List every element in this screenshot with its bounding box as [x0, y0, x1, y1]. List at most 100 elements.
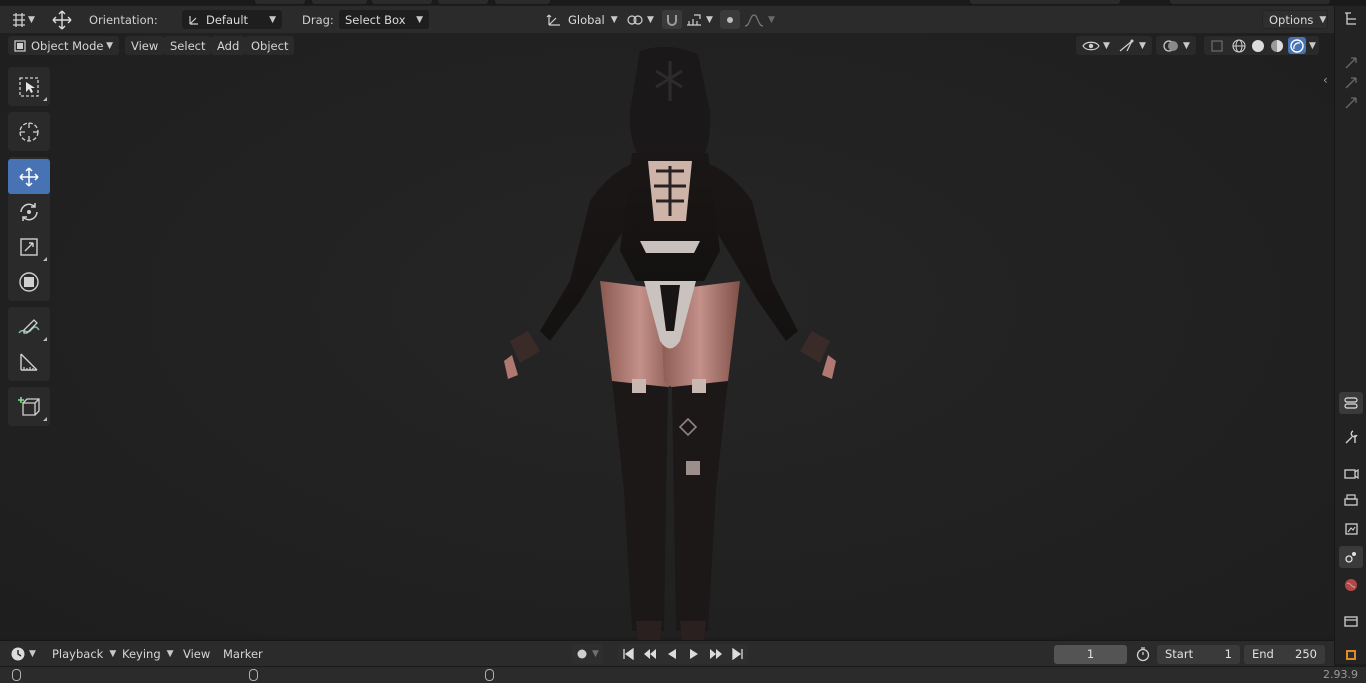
xray-toggle[interactable] [1204, 36, 1230, 55]
auto-keying-group[interactable]: ▼ [572, 644, 603, 664]
tab-view-layer[interactable] [1339, 518, 1363, 540]
tool-annotate[interactable] [8, 309, 50, 344]
workspace-tab[interactable] [438, 0, 488, 4]
orientation-dropdown[interactable]: Default ▼ [182, 10, 282, 29]
frame-end-field[interactable]: End 250 [1244, 644, 1325, 664]
solid-shading-icon[interactable] [1250, 38, 1266, 54]
tool-shelf [8, 67, 50, 432]
chevron-down-icon: ▼ [166, 649, 174, 659]
tool-cursor[interactable] [8, 114, 50, 149]
tool-group-add [8, 387, 50, 426]
workspace-tab-active[interactable] [255, 0, 305, 4]
material-preview-icon[interactable] [1269, 38, 1285, 54]
menu-object[interactable]: Object [245, 36, 295, 55]
gizmo-dropdown[interactable]: ▼ [1112, 36, 1152, 55]
pivot-point-icon [626, 13, 644, 27]
orientation-label: Orientation: [89, 12, 158, 27]
workspace-tab[interactable] [312, 0, 367, 4]
sidebar-toggle-arrow[interactable]: ‹ [1323, 73, 1328, 87]
tab-output[interactable] [1339, 490, 1363, 512]
view-layer-selector[interactable] [1170, 0, 1330, 4]
menu-add[interactable]: Add [211, 36, 246, 55]
scene-icon [1345, 552, 1356, 563]
gizmo-handle[interactable] [1339, 72, 1363, 94]
tool-measure[interactable] [8, 344, 50, 379]
arrow-icon [1345, 57, 1357, 69]
snap-increment-icon[interactable] [685, 13, 703, 27]
move-icon [19, 166, 39, 187]
tab-render[interactable] [1339, 462, 1363, 484]
menu-view[interactable]: View [125, 36, 165, 55]
3d-viewport[interactable]: Object Mode ▼ View Select Add Object ▼ ▼… [0, 33, 1334, 641]
tab-object[interactable] [1339, 644, 1363, 666]
prev-keyframe-icon[interactable] [640, 648, 660, 660]
tool-rotate[interactable] [8, 194, 50, 229]
outliner-toggle[interactable] [1339, 8, 1363, 30]
playback-label: Playback [52, 647, 104, 661]
next-keyframe-icon[interactable] [706, 648, 726, 660]
options-label: Options [1269, 12, 1314, 27]
proportional-editing-controls[interactable]: ▼ [720, 10, 775, 29]
preview-range-toggle[interactable] [1135, 644, 1151, 664]
timeline-header: ▼ Playback ▼ Keying ▼ View Marker ▼ 1 St… [0, 640, 1334, 666]
drag-value: Select Box [345, 12, 406, 27]
snap-controls[interactable]: ▼ [662, 10, 713, 29]
properties-icon [1344, 397, 1358, 409]
wireframe-shading-icon[interactable] [1231, 38, 1247, 54]
playback-menu[interactable]: Playback ▼ [46, 644, 123, 664]
properties-editor-toggle[interactable] [1339, 392, 1363, 414]
menu-select[interactable]: Select [164, 36, 212, 55]
overlays-dropdown[interactable]: ▼ [1156, 36, 1196, 55]
chevron-down-icon: ▼ [610, 14, 618, 25]
select-box-icon [19, 76, 39, 97]
transform-orientation-dropdown[interactable]: Global ▼ [540, 10, 620, 29]
mouse-right-icon [485, 669, 494, 681]
snap-magnet-icon[interactable] [662, 10, 682, 29]
xray-icon [1210, 39, 1224, 53]
mode-selector[interactable]: Object Mode ▼ [8, 36, 119, 55]
options-dropdown[interactable]: Options ▼ [1262, 10, 1328, 29]
tool-scale[interactable] [8, 229, 50, 264]
timeline-editor-type[interactable]: ▼ [10, 644, 36, 664]
selectability-visibility-dropdown[interactable]: ▼ [1076, 36, 1116, 55]
record-icon [576, 648, 588, 660]
scale-icon [20, 237, 38, 256]
workspace-tab[interactable] [495, 0, 550, 4]
gizmo-handle[interactable] [1339, 52, 1363, 74]
timeline-view-menu[interactable]: View [177, 644, 216, 664]
chevron-down-icon: ▼ [1183, 40, 1190, 51]
rendered-shading-icon[interactable] [1288, 37, 1306, 54]
frame-start-field[interactable]: Start 1 [1157, 644, 1240, 664]
pivot-point-dropdown[interactable]: ▼ [626, 10, 654, 29]
mode-value: Object Mode [31, 38, 104, 53]
tab-world[interactable] [1339, 574, 1363, 596]
active-tool-icon[interactable] [50, 10, 74, 29]
drag-label: Drag: [302, 12, 334, 27]
tool-transform[interactable] [8, 264, 50, 299]
editor-type-button[interactable]: ▼ [10, 10, 35, 29]
drag-dropdown[interactable]: Select Box ▼ [339, 10, 429, 29]
tool-select-box[interactable] [8, 69, 50, 104]
scene-selector[interactable] [970, 0, 1120, 4]
gizmo-icon [1118, 39, 1136, 53]
marker-menu[interactable]: Marker [217, 644, 269, 664]
chevron-down-icon[interactable]: ▼ [1309, 41, 1316, 51]
jump-end-icon[interactable] [728, 648, 748, 660]
tab-tool[interactable] [1339, 426, 1363, 448]
character-model[interactable] [480, 41, 860, 641]
current-frame-field[interactable]: 1 [1054, 644, 1127, 664]
play-reverse-icon[interactable] [662, 648, 682, 660]
playback-controls [618, 644, 748, 664]
tool-move[interactable] [8, 159, 50, 194]
tool-add-cube[interactable] [8, 389, 50, 424]
stopwatch-icon [1135, 646, 1151, 662]
gizmo-handle[interactable] [1339, 92, 1363, 114]
keying-menu[interactable]: Keying ▼ [116, 644, 180, 664]
workspace-tab[interactable] [372, 0, 432, 4]
play-icon[interactable] [684, 648, 704, 660]
tab-collection[interactable] [1339, 610, 1363, 632]
falloff-curve-icon[interactable] [744, 13, 764, 27]
proportional-editing-icon[interactable] [720, 10, 740, 29]
jump-start-icon[interactable] [618, 648, 638, 660]
tab-scene[interactable] [1339, 546, 1363, 568]
